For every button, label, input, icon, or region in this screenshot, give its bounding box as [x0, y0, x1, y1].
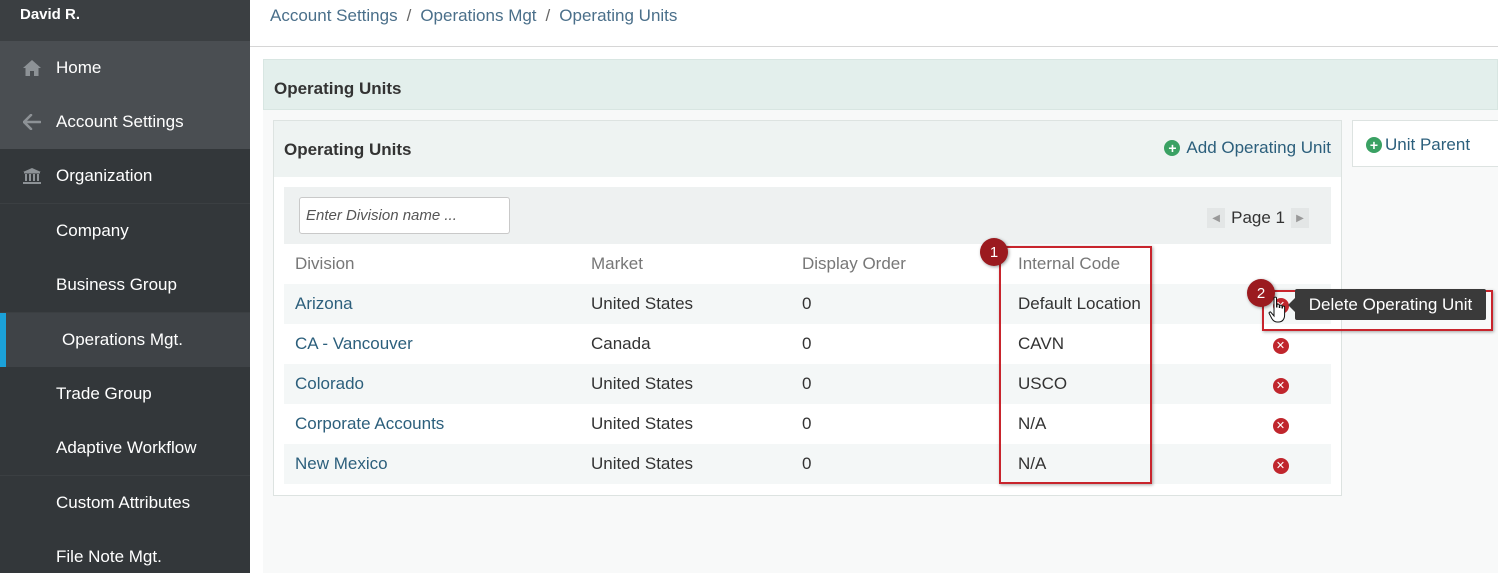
hand-cursor-icon — [1268, 296, 1286, 323]
header-divider — [250, 46, 1498, 47]
prev-page-icon[interactable]: ◀ — [1207, 208, 1226, 228]
sidebar-item-home[interactable]: Home — [0, 41, 250, 95]
table-toolbar: ◀ Page 1 ▶ — [284, 187, 1331, 244]
sidebar-item-label: Account Settings — [56, 112, 184, 131]
sidebar-item-operations-mgt[interactable]: Operations Mgt. — [0, 313, 250, 367]
delete-icon[interactable]: ✕ — [1272, 378, 1289, 395]
pagination: ◀ Page 1 ▶ — [1207, 208, 1309, 228]
sidebar-item-adaptive-workflow[interactable]: Adaptive Workflow — [0, 421, 250, 475]
table-row: Colorado United States 0 USCO ✕ — [284, 364, 1331, 404]
table-header-row: Division Market Display Order Internal C… — [284, 244, 1331, 284]
delete-icon[interactable]: ✕ — [1272, 338, 1289, 355]
next-page-icon[interactable]: ▶ — [1291, 208, 1309, 228]
breadcrumb-account-settings[interactable]: Account Settings — [270, 6, 398, 25]
table-row: CA - Vancouver Canada 0 CAVN ✕ — [284, 324, 1331, 364]
division-link[interactable]: Corporate Accounts — [295, 414, 444, 433]
delete-icon[interactable]: ✕ — [1272, 418, 1289, 435]
sidebar-item-company[interactable]: Company — [0, 204, 250, 258]
delete-tooltip: Delete Operating Unit — [1288, 289, 1486, 320]
display-order-cell: 0 — [791, 364, 1007, 404]
home-icon — [20, 56, 44, 80]
breadcrumb-separator: / — [545, 6, 551, 25]
plus-circle-icon: + — [1366, 137, 1382, 153]
market-cell: United States — [580, 444, 791, 484]
step-badge-1: 1 — [980, 238, 1008, 266]
add-operating-unit-button[interactable]: + Add Operating Unit — [1164, 138, 1331, 158]
bank-icon — [20, 164, 44, 188]
column-header-division[interactable]: Division — [284, 244, 580, 284]
sidebar-item-label: Adaptive Workflow — [56, 438, 197, 457]
market-cell: United States — [591, 414, 694, 433]
page-title: Operating Units — [274, 79, 402, 98]
unit-parent-button[interactable]: + Unit Parent — [1366, 135, 1470, 155]
sidebar-item-label: Company — [56, 221, 129, 240]
sidebar-item-label: Custom Attributes — [56, 493, 191, 512]
breadcrumb-operations-mgt[interactable]: Operations Mgt — [420, 6, 536, 25]
card-title: Operating Units — [284, 140, 412, 159]
breadcrumb: Account Settings / Operations Mgt / Operatin… — [270, 6, 677, 26]
tooltip-text: Delete Operating Unit — [1308, 294, 1473, 314]
division-link[interactable]: New Mexico — [295, 454, 388, 473]
plus-circle-icon: + — [1164, 140, 1181, 156]
delete-icon[interactable]: ✕ — [1272, 458, 1289, 475]
sidebar-item-label: Home — [56, 58, 102, 77]
sidebar-item-label: Trade Group — [56, 384, 152, 403]
sidebar-item-custom-attributes[interactable]: Custom Attributes — [0, 476, 250, 530]
sidebar-item-trade-group[interactable]: Trade Group — [0, 367, 250, 421]
sidebar-item-label: Business Group — [56, 275, 177, 294]
column-header-market[interactable]: Market — [580, 244, 791, 284]
sidebar-item-label: File Note Mgt. — [56, 547, 162, 566]
sidebar-item-organization[interactable]: Organization — [0, 149, 250, 203]
unit-parent-panel: + Unit Parent — [1352, 120, 1498, 167]
division-link[interactable]: Colorado — [295, 374, 364, 393]
internal-code-highlight — [999, 246, 1152, 484]
table-row: Arizona United States 0 Default Location… — [284, 284, 1331, 324]
division-link[interactable]: Arizona — [295, 294, 353, 313]
market-cell: United States — [580, 364, 791, 404]
display-order-cell: 0 — [791, 284, 1007, 324]
display-order-cell: 0 — [791, 444, 1007, 484]
page-panel-header: Operating Units — [263, 59, 1498, 110]
card-header: Operating Units + Add Operating Unit — [274, 121, 1341, 177]
operating-units-table: Division Market Display Order Internal C… — [284, 244, 1331, 484]
breadcrumb-operating-units: Operating Units — [559, 6, 678, 25]
sidebar-item-label: Organization — [56, 166, 153, 185]
table-row: New Mexico United States 0 N/A ✕ — [284, 444, 1331, 484]
sidebar-item-label: Operations Mgt. — [62, 330, 183, 349]
display-order-cell: 0 — [802, 414, 812, 433]
sidebar-item-business-group[interactable]: Business Group — [0, 258, 250, 312]
user-name: David R. — [20, 6, 81, 23]
column-header-actions — [1247, 244, 1331, 284]
operating-units-card: Operating Units + Add Operating Unit ◀ P… — [273, 120, 1342, 496]
market-cell: Canada — [591, 334, 651, 353]
division-search-input[interactable] — [299, 197, 510, 234]
sidebar-item-file-note-mgt[interactable]: File Note Mgt. — [0, 530, 250, 573]
column-header-display-order[interactable]: Display Order — [791, 244, 1007, 284]
unit-parent-label: Unit Parent — [1385, 135, 1471, 154]
add-operating-unit-label: Add Operating Unit — [1186, 138, 1331, 157]
sidebar-item-account-settings[interactable]: Account Settings — [0, 95, 250, 149]
display-order-cell: 0 — [802, 334, 812, 353]
division-link[interactable]: CA - Vancouver — [295, 334, 413, 353]
breadcrumb-separator: / — [406, 6, 412, 25]
arrow-left-icon — [20, 110, 44, 134]
market-cell: United States — [580, 284, 791, 324]
sidebar: David R. Home Account Settings Organizat… — [0, 0, 250, 573]
table-row: Corporate Accounts United States 0 N/A ✕ — [284, 404, 1331, 444]
page-label: Page 1 — [1231, 208, 1285, 227]
